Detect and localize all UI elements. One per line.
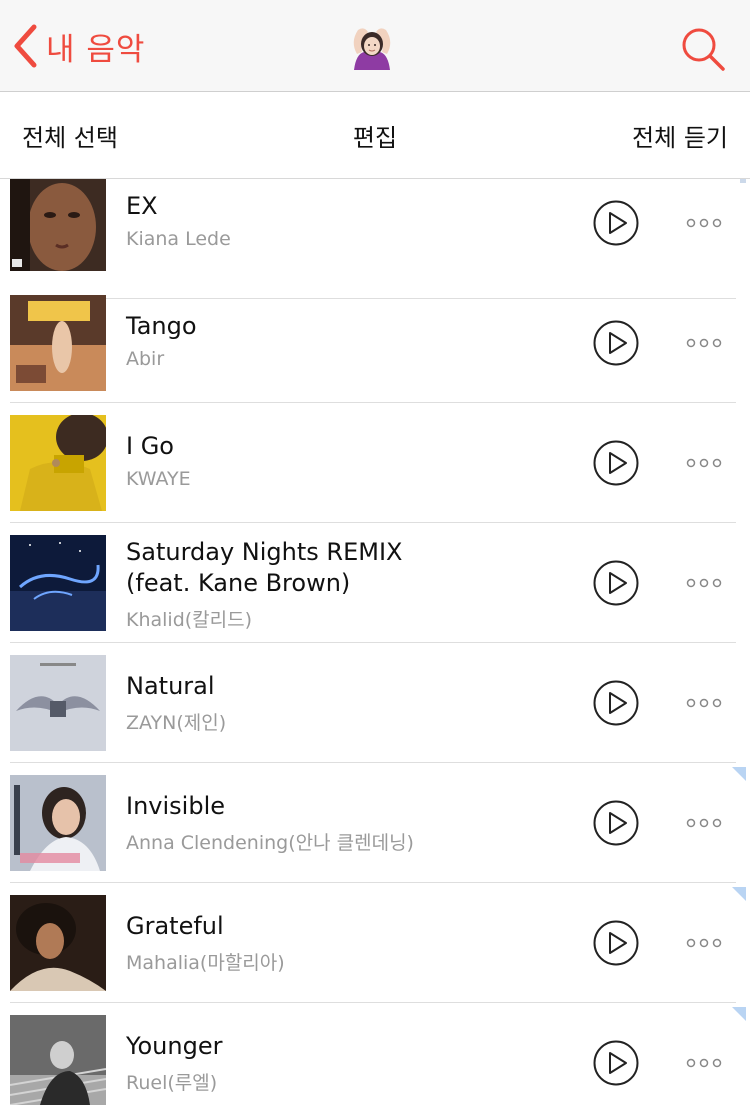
album-art bbox=[10, 655, 106, 751]
list-item[interactable]: EX Kiana Lede bbox=[0, 179, 750, 299]
album-art bbox=[10, 895, 106, 991]
search-icon[interactable] bbox=[680, 26, 726, 72]
list-item[interactable]: Younger Ruel(루엘) bbox=[0, 1003, 750, 1105]
song-artist: Anna Clendening(안나 클렌데닝) bbox=[126, 832, 414, 854]
play-circle-icon[interactable] bbox=[593, 560, 639, 606]
more-dots-icon[interactable] bbox=[686, 457, 722, 469]
play-circle-icon[interactable] bbox=[593, 320, 639, 366]
play-circle-icon[interactable] bbox=[593, 440, 639, 486]
new-indicator-corner bbox=[732, 887, 746, 901]
album-art bbox=[10, 1015, 106, 1105]
album-art bbox=[10, 535, 106, 631]
play-circle-icon[interactable] bbox=[593, 1040, 639, 1086]
list-item[interactable]: Grateful Mahalia(마할리아) bbox=[0, 883, 750, 1003]
more-dots-icon[interactable] bbox=[686, 697, 722, 709]
new-indicator-corner bbox=[732, 1007, 746, 1021]
more-dots-icon[interactable] bbox=[686, 577, 722, 589]
song-artist: KWAYE bbox=[126, 468, 191, 490]
more-dots-icon[interactable] bbox=[686, 217, 722, 229]
list-item[interactable]: Natural ZAYN(제인) bbox=[0, 643, 750, 763]
list-item[interactable]: I Go KWAYE bbox=[0, 403, 750, 523]
list-item[interactable]: Tango Abir bbox=[0, 283, 750, 403]
nav-bar: 내 음악 bbox=[0, 0, 750, 92]
album-art bbox=[10, 415, 106, 511]
song-title: Younger bbox=[126, 1032, 223, 1060]
song-artist: Khalid(칼리드) bbox=[126, 609, 253, 631]
song-artist: Mahalia(마할리아) bbox=[126, 952, 285, 974]
song-info: Saturday Nights REMIX (feat. Kane Brown)… bbox=[126, 537, 456, 657]
play-circle-icon[interactable] bbox=[593, 200, 639, 246]
new-indicator-corner bbox=[732, 767, 746, 781]
play-circle-icon[interactable] bbox=[593, 800, 639, 846]
song-info: Younger Ruel(루엘) bbox=[126, 1031, 456, 1105]
song-title: Invisible bbox=[126, 792, 225, 820]
play-circle-icon[interactable] bbox=[593, 920, 639, 966]
list-item[interactable]: Saturday Nights REMIX (feat. Kane Brown)… bbox=[0, 523, 750, 643]
list-toolbar: 전체 선택 편집 전체 듣기 bbox=[0, 92, 750, 179]
album-art bbox=[10, 179, 106, 271]
play-all-button[interactable]: 전체 듣기 bbox=[632, 118, 728, 153]
song-list: EX Kiana Lede Tango Abir I Go KWAYE Satu… bbox=[0, 179, 750, 1105]
back-button[interactable]: 내 음악 bbox=[12, 22, 145, 70]
song-title: EX bbox=[126, 192, 158, 220]
more-dots-icon[interactable] bbox=[686, 937, 722, 949]
song-artist: ZAYN(제인) bbox=[126, 712, 227, 734]
more-dots-icon[interactable] bbox=[686, 817, 722, 829]
song-title: Saturday Nights REMIX (feat. Kane Brown) bbox=[126, 538, 403, 597]
list-item[interactable]: Invisible Anna Clendening(안나 클렌데닝) bbox=[0, 763, 750, 883]
select-all-button[interactable]: 전체 선택 bbox=[22, 118, 118, 153]
chevron-left-icon bbox=[14, 24, 37, 68]
song-title: Tango bbox=[126, 312, 197, 340]
song-artist: Ruel(루엘) bbox=[126, 1072, 218, 1094]
album-art bbox=[10, 775, 106, 871]
play-circle-icon[interactable] bbox=[593, 680, 639, 726]
song-title: Natural bbox=[126, 672, 215, 700]
song-artist: Abir bbox=[126, 348, 165, 370]
song-title: I Go bbox=[126, 432, 174, 460]
woman-gesturing-ok-emoji bbox=[353, 28, 391, 70]
album-art bbox=[10, 295, 106, 391]
song-title: Grateful bbox=[126, 912, 224, 940]
song-artist: Kiana Lede bbox=[126, 228, 231, 250]
more-dots-icon[interactable] bbox=[686, 1057, 722, 1069]
edit-button[interactable]: 편집 bbox=[353, 124, 397, 152]
more-dots-icon[interactable] bbox=[686, 337, 722, 349]
back-label: 내 음악 bbox=[46, 31, 146, 68]
